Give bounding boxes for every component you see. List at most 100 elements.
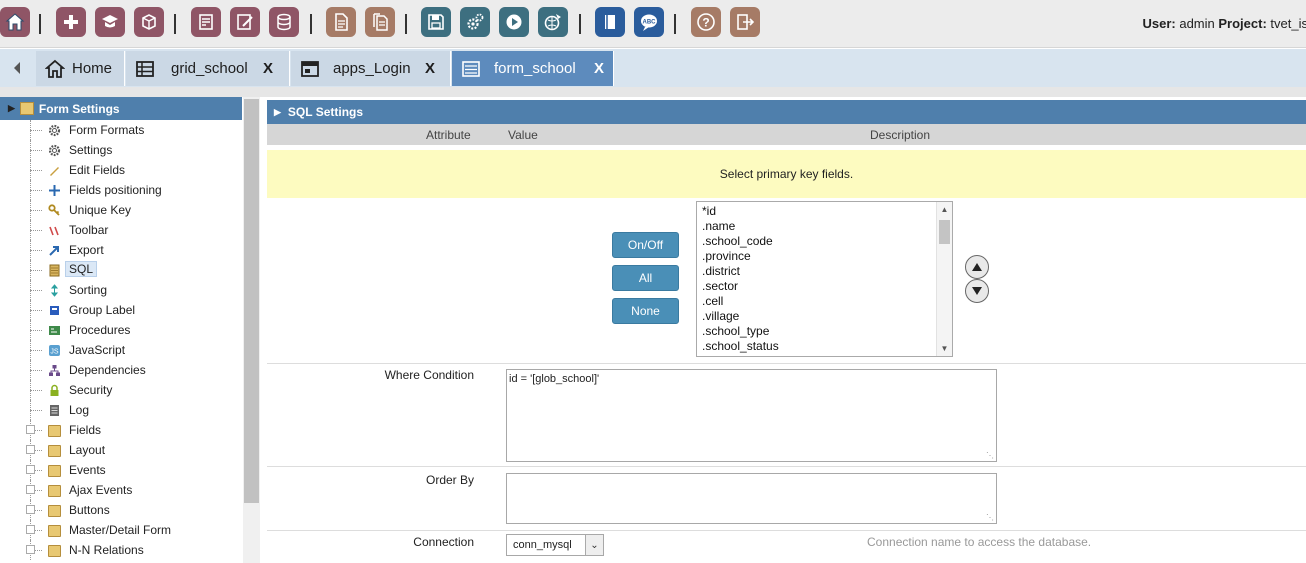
field-option[interactable]: .village xyxy=(702,309,739,324)
sidebar-item-label: Export xyxy=(69,243,104,257)
move-down-button[interactable] xyxy=(965,279,989,303)
home-icon[interactable] xyxy=(0,7,30,37)
save-icon[interactable] xyxy=(421,7,451,37)
expand-toggle-icon[interactable] xyxy=(26,505,35,514)
resize-grip-icon[interactable]: ⋱ xyxy=(986,513,994,522)
chevron-down-icon[interactable]: ⌄ xyxy=(585,535,603,555)
expand-toggle-icon[interactable] xyxy=(26,445,35,454)
tab-grid-school[interactable]: grid_school X xyxy=(126,51,290,86)
field-option[interactable]: .school_type xyxy=(702,324,769,339)
folder-icon xyxy=(19,102,34,115)
tab-scroll-left-button[interactable] xyxy=(0,51,34,85)
tab-close-button[interactable]: X xyxy=(594,60,604,77)
sidebar-item-sql[interactable]: SQL xyxy=(0,260,242,280)
sidebar-item-dependencies[interactable]: Dependencies xyxy=(0,360,242,380)
database-icon[interactable] xyxy=(269,7,299,37)
sidebar-item-toolbar[interactable]: Toolbar xyxy=(0,220,242,240)
documents-icon[interactable] xyxy=(365,7,395,37)
edit-form-icon[interactable] xyxy=(230,7,260,37)
sidebar-item-security[interactable]: Security xyxy=(0,380,242,400)
sidebar-item-group-label[interactable]: Group Label xyxy=(0,300,242,320)
exit-icon[interactable] xyxy=(730,7,760,37)
sidebar-scrollbar-thumb[interactable] xyxy=(244,99,259,503)
sidebar-item-label: Layout xyxy=(69,443,106,457)
sidebar-item-javascript[interactable]: JS JavaScript xyxy=(0,340,242,360)
new-form-icon[interactable] xyxy=(191,7,221,37)
sidebar-item-sorting[interactable]: Sorting xyxy=(0,280,242,300)
column-attribute: Attribute xyxy=(426,128,471,142)
sidebar-item-events[interactable]: Events xyxy=(0,460,242,480)
sidebar-scrollbar[interactable] xyxy=(243,97,260,563)
sidebar-item-n-n-relations[interactable]: N-N Relations xyxy=(0,540,242,560)
expand-toggle-icon[interactable] xyxy=(26,545,35,554)
sidebar-item-settings[interactable]: Settings xyxy=(0,140,242,160)
expand-toggle-icon[interactable] xyxy=(26,425,35,434)
sidebar-item-fields[interactable]: Fields xyxy=(0,420,242,440)
sidebar-item-form-formats[interactable]: Form Formats xyxy=(0,120,242,140)
primary-key-field-list[interactable]: *id .name .school_code .province .district .s… xyxy=(696,201,953,357)
log-icon xyxy=(48,404,61,417)
tab-bar: Home grid_school X apps_Login X form_sch… xyxy=(0,49,1306,87)
field-option[interactable]: .cell xyxy=(702,294,723,309)
sidebar-item-export[interactable]: Export xyxy=(0,240,242,260)
sidebar-item-label: Security xyxy=(69,383,113,397)
order-by-input[interactable] xyxy=(506,473,997,524)
cube-icon[interactable] xyxy=(134,7,164,37)
tab-close-button[interactable]: X xyxy=(263,60,273,77)
scrollbar-thumb[interactable] xyxy=(939,220,950,244)
tab-home[interactable]: Home xyxy=(36,51,125,86)
export-icon xyxy=(48,244,61,257)
tab-apps-login[interactable]: apps_Login X xyxy=(291,51,451,86)
field-option[interactable]: .school_status xyxy=(702,339,779,354)
run-icon[interactable] xyxy=(499,7,529,37)
home-icon xyxy=(44,58,66,80)
sidebar-item-label: Fields xyxy=(69,423,102,437)
expand-toggle-icon[interactable] xyxy=(26,485,35,494)
scroll-up-icon[interactable]: ▲ xyxy=(937,202,952,217)
resize-grip-icon[interactable]: ⋱ xyxy=(986,451,994,460)
sidebar-item-fields-positioning[interactable]: Fields positioning xyxy=(0,180,242,200)
tab-underline xyxy=(0,87,1306,97)
column-value: Value xyxy=(508,128,538,142)
book-icon[interactable] xyxy=(595,7,625,37)
sidebar-item-layout[interactable]: Layout xyxy=(0,440,242,460)
sidebar-item-buttons[interactable]: Buttons xyxy=(0,500,242,520)
expand-toggle-icon[interactable] xyxy=(26,465,35,474)
field-option[interactable]: .sector xyxy=(702,279,738,294)
sidebar-item-unique-key[interactable]: Unique Key xyxy=(0,200,242,220)
main-toolbar: ABC ? User: admin Project: tvet_is xyxy=(0,0,1306,48)
field-option[interactable]: *id xyxy=(702,204,716,219)
scroll-down-icon[interactable]: ▼ xyxy=(937,341,952,356)
spell-check-icon[interactable]: ABC xyxy=(634,7,664,37)
where-condition-input[interactable]: id = '[glob_school]' xyxy=(506,369,997,462)
none-button[interactable]: None xyxy=(612,298,679,324)
field-option[interactable]: .name xyxy=(702,219,735,234)
sidebar-header[interactable]: ▶ Form Settings xyxy=(0,97,242,120)
deploy-icon[interactable] xyxy=(538,7,568,37)
gears-icon[interactable] xyxy=(460,7,490,37)
sidebar-item-procedures[interactable]: Procedures xyxy=(0,320,242,340)
sidebar-item-ajax-events[interactable]: Ajax Events xyxy=(0,480,242,500)
tab-form-school[interactable]: form_school X xyxy=(452,51,614,86)
sidebar-item-edit-fields[interactable]: Edit Fields xyxy=(0,160,242,180)
document-icon[interactable] xyxy=(326,7,356,37)
form-icon xyxy=(460,58,482,80)
field-option[interactable]: .district xyxy=(702,264,740,279)
sidebar-item-master-detail-form[interactable]: Master/Detail Form xyxy=(0,520,242,540)
column-description: Description xyxy=(870,128,931,142)
tab-close-button[interactable]: X xyxy=(425,60,435,77)
onoff-button[interactable]: On/Off xyxy=(612,232,679,258)
field-option[interactable]: .province xyxy=(702,249,751,264)
field-option[interactable]: .school_code xyxy=(702,234,773,249)
add-icon[interactable] xyxy=(56,7,86,37)
all-button[interactable]: All xyxy=(612,265,679,291)
expand-toggle-icon[interactable] xyxy=(26,525,35,534)
connection-select[interactable]: conn_mysql ⌄ xyxy=(506,534,604,556)
sidebar: ▶ Form Settings Form Formats Settings Edit… xyxy=(0,97,260,563)
sidebar-item-log[interactable]: Log xyxy=(0,400,242,420)
move-up-button[interactable] xyxy=(965,255,989,279)
sidebar-item-label: Unique Key xyxy=(69,203,132,217)
field-list-scrollbar[interactable]: ▲ ▼ xyxy=(936,202,952,356)
publish-icon[interactable] xyxy=(95,7,125,37)
help-icon[interactable]: ? xyxy=(691,7,721,37)
